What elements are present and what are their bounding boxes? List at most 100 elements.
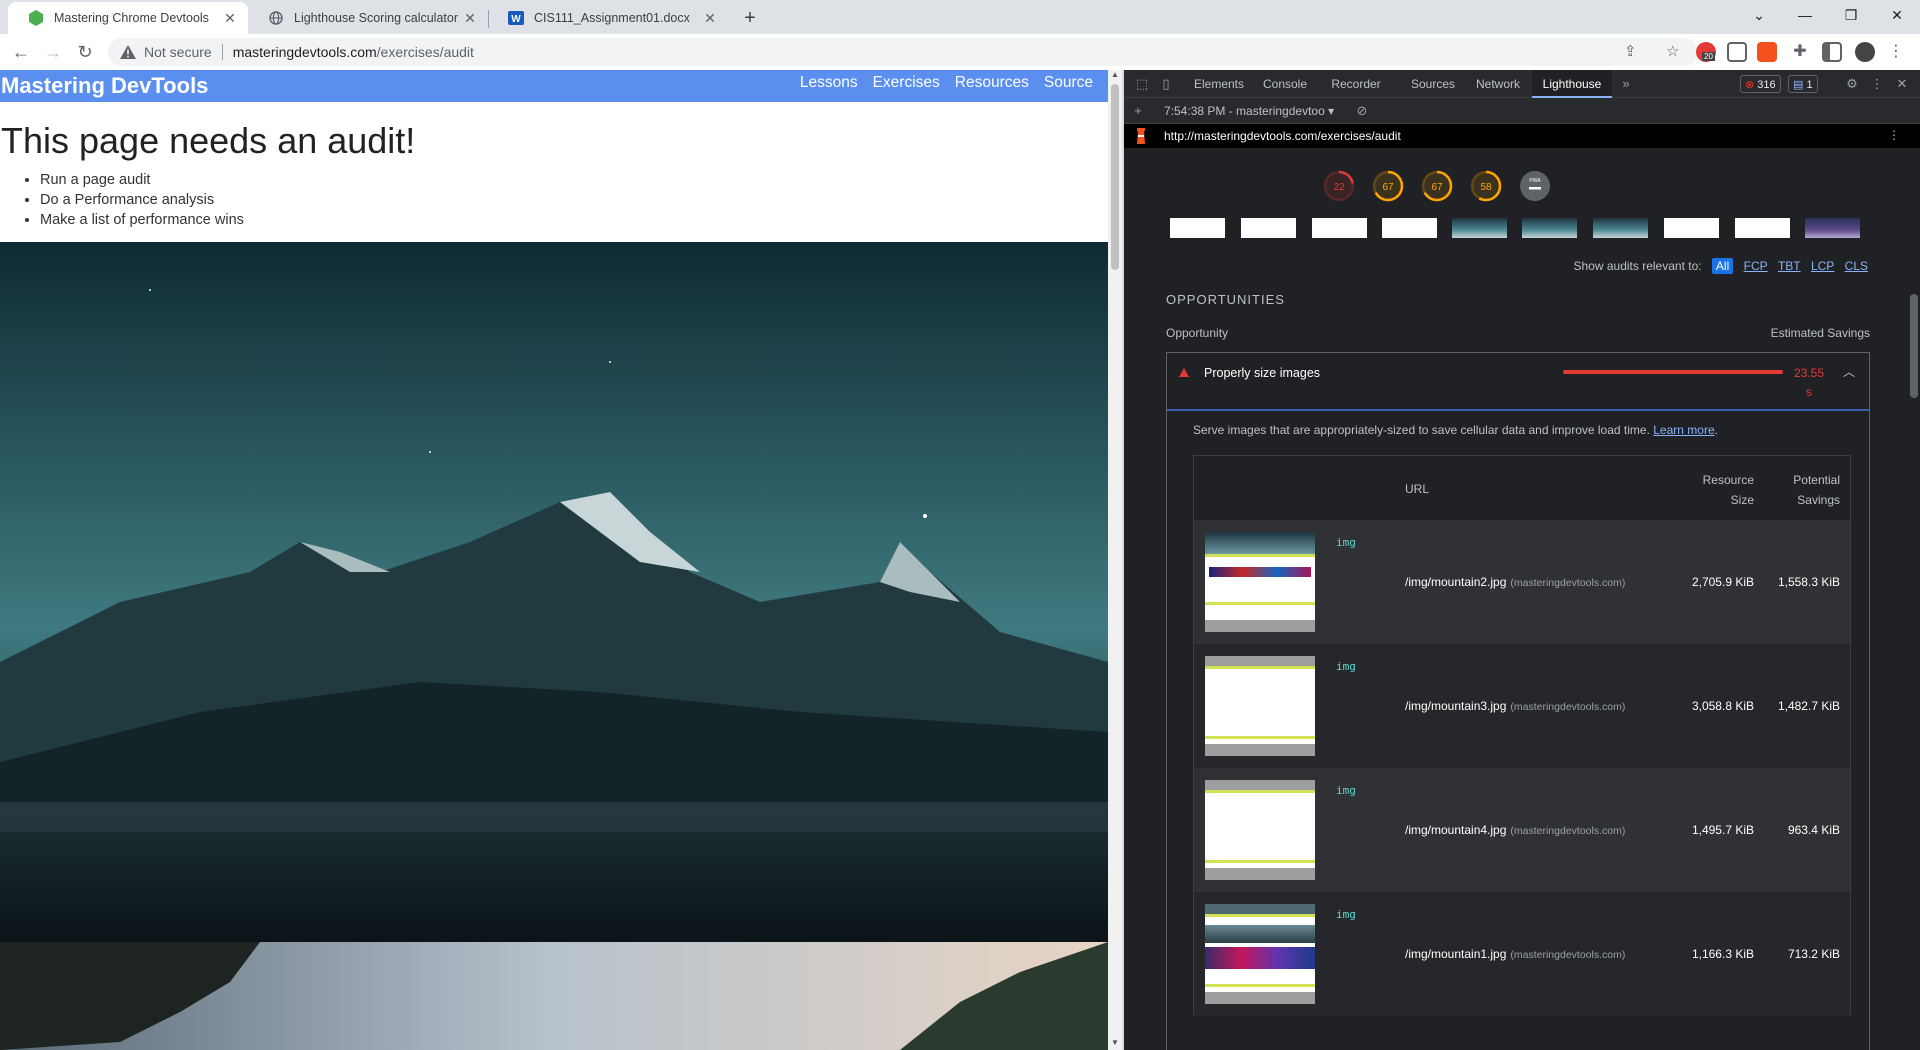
score-gauge[interactable]: 67 [1420, 169, 1454, 203]
header-url: URL [1405, 482, 1430, 496]
resource-url[interactable]: /img/mountain2.jpg (masteringdevtools.com… [1405, 575, 1625, 589]
forward-arrow-icon[interactable]: → [40, 39, 66, 65]
tab-lighthouse[interactable]: Lighthouse [1532, 70, 1612, 98]
resource-path: /img/mountain2.jpg [1405, 575, 1507, 589]
site-header: Mastering DevTools Lessons Exercises Res… [0, 70, 1108, 102]
devtools-menu-kebab-icon[interactable]: ⋮ [1869, 76, 1885, 92]
tab-search-chevron-icon[interactable]: ⌄ [1736, 0, 1782, 30]
resource-path: /img/mountain4.jpg [1405, 823, 1507, 837]
page-scrollbar[interactable]: ▲ ▼ [1108, 70, 1122, 1050]
resource-path: /img/mountain3.jpg [1405, 699, 1507, 713]
report-selector[interactable]: 7:54:38 PM - masteringdevtoo ▾ [1164, 104, 1334, 118]
clear-reports-icon[interactable]: ⊘ [1354, 103, 1370, 119]
device-toggle-icon[interactable]: ▯ [1158, 76, 1174, 92]
task-list: Run a page audit Do a Performance analys… [40, 170, 1108, 230]
devtools-panel: ⬚ ▯ Elements Console Recorder Sources Ne… [1124, 70, 1920, 1050]
filter-chip-tbt[interactable]: TBT [1778, 259, 1801, 273]
restore-icon[interactable]: ❐ [1828, 0, 1874, 30]
tab-recorder[interactable]: Recorder [1316, 70, 1396, 98]
new-report-plus-icon[interactable]: + [1130, 103, 1146, 119]
filmstrip-frame [1452, 218, 1507, 238]
element-tag: img [1336, 908, 1356, 921]
web-page: Mastering DevTools Lessons Exercises Res… [0, 70, 1108, 1050]
url-host: masteringdevtools.com [232, 44, 377, 60]
new-tab-plus-icon[interactable]: + [736, 5, 764, 33]
address-bar[interactable]: Not secure masteringdevtools.com/exercis… [108, 38, 1698, 66]
resource-host: (masteringdevtools.com) [1510, 577, 1626, 589]
scroll-down-arrow-icon[interactable]: ▼ [1108, 1038, 1122, 1050]
side-panel-icon[interactable] [1822, 42, 1842, 62]
back-arrow-icon[interactable]: ← [8, 39, 34, 65]
filter-chip-lcp[interactable]: LCP [1811, 259, 1834, 273]
table-row[interactable]: img /img/mountain3.jpg (masteringdevtools… [1194, 644, 1850, 768]
nav-link-exercises[interactable]: Exercises [873, 74, 940, 92]
audit-description-text: Serve images that are appropriately-size… [1193, 423, 1650, 437]
scrollbar-thumb[interactable] [1111, 84, 1119, 270]
lighthouse-scrollbar[interactable] [1908, 158, 1920, 1050]
close-icon[interactable]: ✕ [222, 10, 238, 26]
score-gauge[interactable]: 67 [1371, 169, 1405, 203]
share-icon[interactable]: ⇪ [1624, 38, 1637, 66]
audit-header[interactable]: Properly size images 23.55 s ︿ [1167, 353, 1869, 411]
error-count-badge[interactable]: ⊗ 316 [1740, 75, 1781, 93]
tab-title: Mastering Chrome Devtools [54, 11, 209, 25]
potential-savings: 1,558.3 KiB [1777, 575, 1840, 589]
report-url[interactable]: http://masteringdevtools.com/exercises/a… [1164, 129, 1401, 143]
extension-lighthouse-icon[interactable] [1757, 42, 1777, 62]
score-gauge[interactable]: 58 [1469, 169, 1503, 203]
browser-menu-kebab-icon[interactable]: ⋮ [1886, 42, 1906, 62]
profile-avatar[interactable] [1855, 42, 1875, 62]
message-count-badge[interactable]: ▤ 1 [1788, 75, 1818, 93]
table-row[interactable]: img /img/mountain4.jpg (masteringdevtools… [1194, 768, 1850, 892]
nav-link-lessons[interactable]: Lessons [800, 74, 858, 92]
opportunity-column-headers: Opportunity Estimated Savings [1166, 326, 1870, 340]
resource-url[interactable]: /img/mountain4.jpg (masteringdevtools.com… [1405, 823, 1625, 837]
collapse-chevron-icon[interactable]: ︿ [1843, 363, 1855, 380]
tab-console[interactable]: Console [1254, 70, 1316, 98]
filter-chip-all[interactable]: All [1711, 258, 1734, 274]
site-title[interactable]: Mastering DevTools [1, 73, 208, 99]
inspect-element-icon[interactable]: ⬚ [1134, 76, 1150, 92]
resource-host: (masteringdevtools.com) [1510, 701, 1626, 713]
tab-sources[interactable]: Sources [1402, 70, 1464, 98]
more-tabs-chevron-icon[interactable]: » [1618, 76, 1634, 92]
table-row[interactable]: img /img/mountain1.jpg (masteringdevtools… [1194, 892, 1850, 1016]
score-gauge[interactable]: 22 [1322, 169, 1356, 203]
scroll-up-arrow-icon[interactable]: ▲ [1108, 70, 1122, 82]
close-icon[interactable]: ✕ [702, 10, 718, 26]
window-close-icon[interactable]: ✕ [1874, 0, 1920, 30]
tab-assignment-doc[interactable]: W CIS111_Assignment01.docx ✕ [488, 2, 728, 34]
filter-chip-cls[interactable]: CLS [1845, 259, 1868, 273]
filmstrip-frame [1593, 218, 1648, 238]
tab-network[interactable]: Network [1464, 70, 1532, 98]
minimize-icon[interactable]: — [1782, 0, 1828, 30]
extension-screen-icon[interactable] [1727, 42, 1747, 62]
filmstrip-frame [1664, 218, 1719, 238]
table-row[interactable]: img /img/mountain2.jpg (masteringdevtools… [1194, 520, 1850, 644]
security-label: Not secure [144, 44, 212, 60]
bookmark-star-icon[interactable]: ☆ [1666, 38, 1679, 66]
report-menu-kebab-icon[interactable]: ⋮ [1888, 128, 1900, 142]
extension-badge: 20 [1702, 52, 1715, 61]
nav-link-resources[interactable]: Resources [955, 74, 1029, 92]
resource-url[interactable]: /img/mountain3.jpg (masteringdevtools.com… [1405, 699, 1625, 713]
reload-icon[interactable]: ↻ [72, 39, 98, 65]
tab-elements[interactable]: Elements [1184, 70, 1254, 98]
tab-lighthouse-calculator[interactable]: Lighthouse Scoring calculator ✕ [248, 2, 488, 34]
element-tag: img [1336, 536, 1356, 549]
learn-more-link[interactable]: Learn more [1653, 423, 1714, 437]
pwa-badge-icon[interactable]: PWA [1518, 169, 1552, 203]
settings-gear-icon[interactable]: ⚙ [1844, 76, 1860, 92]
resource-url[interactable]: /img/mountain1.jpg (masteringdevtools.com… [1405, 947, 1625, 961]
header-potential-line2: Savings [1797, 493, 1840, 507]
nav-link-source[interactable]: Source [1044, 74, 1093, 92]
report-selector-label: 7:54:38 PM - masteringdevtoo [1164, 104, 1325, 118]
close-icon[interactable]: ✕ [462, 10, 478, 26]
audit-details-table: URL Resource Size Potential Savings img … [1193, 455, 1851, 1016]
extensions-puzzle-icon[interactable]: ✚ [1790, 42, 1810, 62]
devtools-close-icon[interactable]: ✕ [1894, 76, 1910, 92]
filter-chip-fcp[interactable]: FCP [1744, 259, 1768, 273]
scrollbar-thumb[interactable] [1910, 294, 1918, 398]
tab-mastering-devtools[interactable]: Mastering Chrome Devtools ✕ [8, 2, 248, 34]
extension-adblock-icon[interactable]: 20 [1696, 42, 1716, 62]
